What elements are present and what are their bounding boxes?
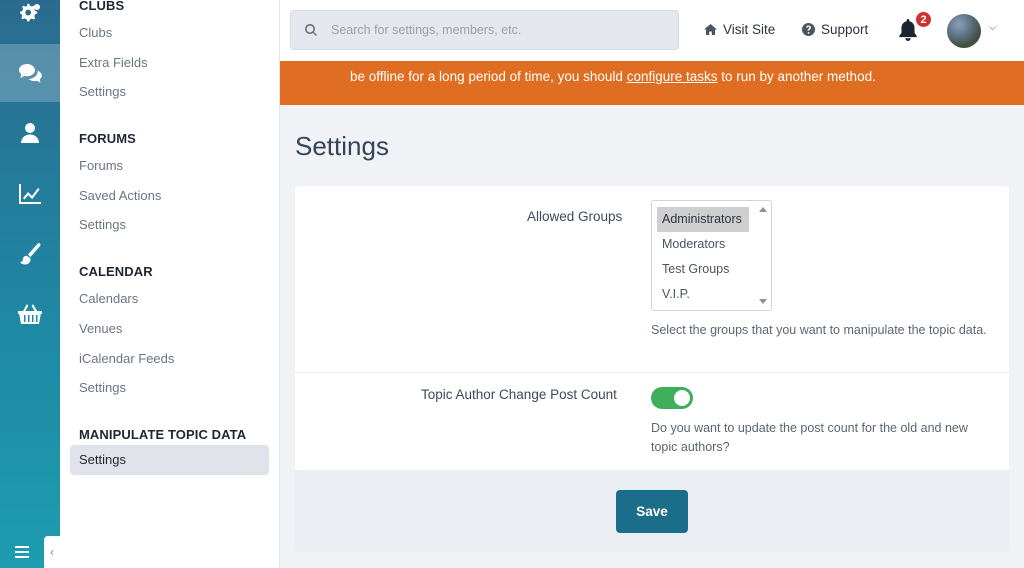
allowed-groups-help: Select the groups that you want to manip…: [651, 323, 987, 337]
nav-link-manipulate-settings[interactable]: Settings: [70, 445, 269, 475]
nav-link-clubs-settings[interactable]: Settings: [79, 84, 126, 99]
post-count-toggle[interactable]: [651, 387, 693, 409]
rail-item-community[interactable]: [0, 44, 60, 102]
search-box[interactable]: [290, 10, 679, 50]
rail-item-system[interactable]: [0, 0, 60, 43]
nav-link-clubs[interactable]: Clubs: [79, 25, 112, 40]
visit-site-link[interactable]: Visit Site: [704, 22, 775, 37]
post-count-help: Do you want to update the post count for…: [651, 421, 968, 454]
chevron-left-icon: ‹: [50, 545, 54, 559]
nav-link-extra-fields[interactable]: Extra Fields: [79, 55, 148, 70]
nav-heading-forums: FORUMS: [79, 131, 136, 146]
support-label: Support: [821, 22, 869, 37]
rail-item-stats[interactable]: [0, 165, 60, 223]
top-bar: Visit Site Support 2 ⌵: [280, 0, 1024, 61]
banner-text-before: be offline for a long period of time, yo…: [350, 69, 627, 84]
row-divider: [295, 372, 1009, 373]
rail-item-members[interactable]: [0, 104, 60, 162]
visit-site-label: Visit Site: [723, 22, 776, 37]
gears-icon: [20, 3, 40, 22]
nav-link-saved-actions[interactable]: Saved Actions: [79, 188, 161, 203]
scroll-down-icon[interactable]: [759, 299, 767, 304]
configure-tasks-link[interactable]: configure tasks: [627, 69, 718, 84]
tasks-warning-banner: be offline for a long period of time, yo…: [280, 61, 1024, 105]
chart-line-icon: [19, 184, 41, 204]
search-icon: [305, 24, 317, 36]
collapse-sidebar-button[interactable]: ‹: [44, 536, 60, 568]
nav-link-calendars[interactable]: Calendars: [79, 291, 138, 306]
nav-heading-calendar: CALENDAR: [79, 264, 153, 279]
bars-icon: [15, 546, 29, 558]
banner-message: be offline for a long period of time, yo…: [350, 69, 876, 84]
group-option-vip[interactable]: V.I.P.: [657, 282, 749, 307]
comments-icon: [19, 64, 42, 83]
rail-item-commerce[interactable]: [0, 285, 60, 343]
nav-link-forums-settings[interactable]: Settings: [79, 217, 126, 232]
question-circle-icon: [802, 23, 815, 36]
nav-heading-clubs: CLUBS: [79, 0, 125, 13]
save-button[interactable]: Save: [616, 490, 688, 533]
support-link[interactable]: Support: [802, 22, 868, 37]
nav-link-venues[interactable]: Venues: [79, 321, 122, 336]
icon-rail: [0, 0, 60, 568]
nav-link-icalendar-feeds[interactable]: iCalendar Feeds: [79, 351, 174, 366]
search-input[interactable]: [331, 23, 651, 37]
allowed-groups-label: Allowed Groups: [527, 209, 623, 224]
user-icon: [21, 123, 39, 143]
nav-link-forums[interactable]: Forums: [79, 158, 123, 173]
chevron-down-icon[interactable]: ⌵: [989, 22, 997, 33]
group-option-administrators[interactable]: Administrators: [657, 207, 749, 232]
scroll-up-icon[interactable]: [759, 207, 767, 212]
settings-form: Allowed Groups Administrators Moderators…: [295, 186, 1009, 552]
form-footer: Save: [295, 470, 1009, 552]
shopping-basket-icon: [18, 304, 42, 324]
nav-link-calendar-settings[interactable]: Settings: [79, 380, 126, 395]
notification-count-badge: 2: [914, 10, 933, 29]
menu-toggle-button[interactable]: [0, 536, 44, 568]
sub-navigation: CLUBS Clubs Extra Fields Settings FORUMS…: [60, 0, 280, 568]
home-icon: [704, 24, 717, 35]
nav-heading-manipulate-topic-data: MANIPULATE TOPIC DATA: [79, 427, 247, 442]
rail-item-customization[interactable]: [0, 225, 60, 283]
post-count-label: Topic Author Change Post Count: [421, 387, 617, 402]
listbox-scrollbar[interactable]: [757, 201, 771, 310]
paint-brush-icon: [20, 243, 41, 265]
avatar[interactable]: [947, 14, 981, 48]
group-option-moderators[interactable]: Moderators: [657, 232, 749, 257]
banner-text-after: to run by another method.: [717, 69, 876, 84]
page-title: Settings: [295, 131, 389, 161]
group-option-test-groups[interactable]: Test Groups: [657, 257, 749, 282]
allowed-groups-select[interactable]: Administrators Moderators Test Groups V.…: [651, 200, 772, 311]
